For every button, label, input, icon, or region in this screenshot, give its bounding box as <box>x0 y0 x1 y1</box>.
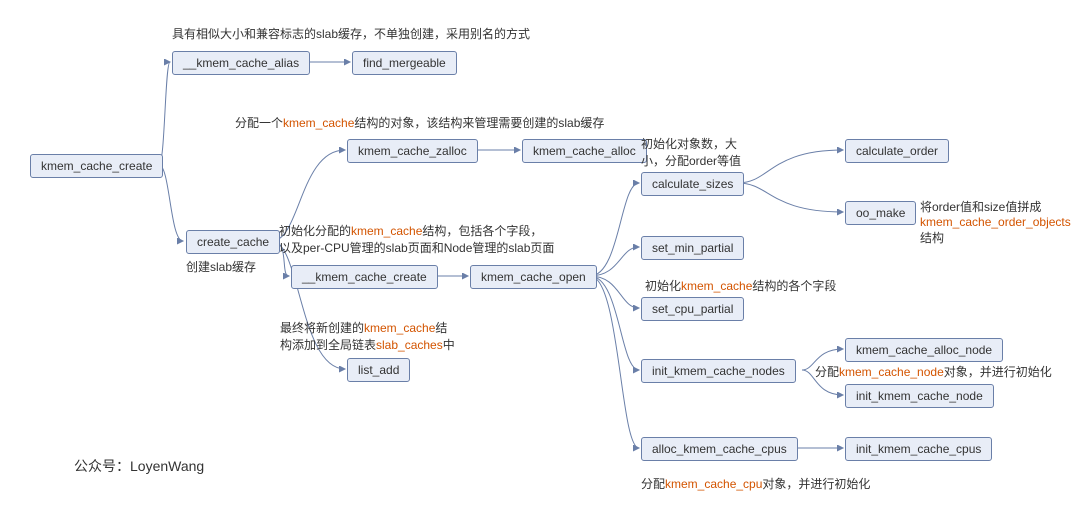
annot-alloc-cpus: 分配kmem_cache_cpu对象，并进行初始化 <box>641 475 870 492</box>
node-oo-make: oo_make <box>845 201 916 225</box>
node-init-cpus: init_kmem_cache_cpus <box>845 437 992 461</box>
node-cache-open: kmem_cache_open <box>470 265 597 289</box>
node-create-cache: create_cache <box>186 230 280 254</box>
node-alloc-cpus: alloc_kmem_cache_cpus <box>641 437 798 461</box>
node-find-mergeable: find_mergeable <box>352 51 457 75</box>
node-init-node: init_kmem_cache_node <box>845 384 994 408</box>
node-alloc: kmem_cache_alloc <box>522 139 647 163</box>
annot-list-add: 最终将新创建的kmem_cache结 构添加到全局链表slab_caches中 <box>280 319 510 353</box>
annot-zalloc: 分配一个kmem_cache结构的对象，该结构来管理需要创建的slab缓存 <box>235 114 604 131</box>
annot-init-nodes: 分配kmem_cache_node对象，并进行初始化 <box>815 363 1052 380</box>
node-cache-create: __kmem_cache_create <box>291 265 438 289</box>
annot-calc-sizes: 初始化对象数，大 小，分配order等值 <box>641 135 781 169</box>
node-alloc-node: kmem_cache_alloc_node <box>845 338 1003 362</box>
node-calc-sizes: calculate_sizes <box>641 172 744 196</box>
node-set-cpu-partial: set_cpu_partial <box>641 297 744 321</box>
annot-oo-make: 将order值和size值拼成 kmem_cache_order_objects… <box>920 198 1078 246</box>
node-alias: __kmem_cache_alias <box>172 51 310 75</box>
node-calc-order: calculate_order <box>845 139 949 163</box>
node-init-nodes: init_kmem_cache_nodes <box>641 359 796 383</box>
annot-create-cache: 创建slab缓存 <box>186 258 256 275</box>
node-root: kmem_cache_create <box>30 154 163 178</box>
annot-alias: 具有相似大小和兼容标志的slab缓存，不单独创建，采用别名的方式 <box>172 25 530 42</box>
annot-cache-create: 初始化分配的kmem_cache结构，包括各个字段， 以及per-CPU管理的s… <box>279 222 619 256</box>
footer-text: 公众号：LoyenWang <box>74 456 204 476</box>
node-set-min-partial: set_min_partial <box>641 236 744 260</box>
annot-set-cpu: 初始化kmem_cache结构的各个字段 <box>645 277 836 294</box>
node-zalloc: kmem_cache_zalloc <box>347 139 478 163</box>
node-list-add: list_add <box>347 358 410 382</box>
